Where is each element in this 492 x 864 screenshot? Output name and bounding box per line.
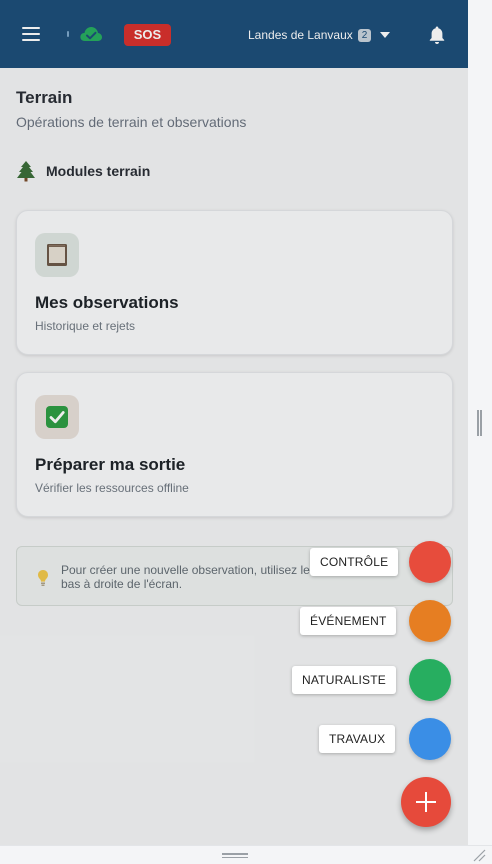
fab-action-label[interactable]: TRAVAUX [319, 725, 396, 753]
bottom-resize-handle[interactable] [222, 853, 248, 858]
fab-action-button[interactable] [409, 600, 451, 642]
fab-action-label[interactable]: ÉVÉNEMENT [300, 607, 397, 635]
fab-action-button[interactable] [409, 659, 451, 701]
resize-grip-icon[interactable] [472, 848, 486, 862]
bottom-resize-bar [0, 845, 492, 864]
fab-action-label[interactable]: CONTRÔLE [310, 548, 399, 576]
fab-main-button[interactable] [401, 777, 451, 827]
fab-action-travaux[interactable]: TRAVAUX [0, 718, 468, 760]
side-resize-handle[interactable] [477, 410, 483, 436]
fab-action-label[interactable]: NATURALISTE [292, 666, 396, 694]
fab-action-button[interactable] [409, 718, 451, 760]
browser-frame: SOS Landes de Lanvaux 2 Terrain Opératio… [0, 0, 492, 864]
fab-action-evenement[interactable]: ÉVÉNEMENT [0, 600, 468, 642]
app-viewport: SOS Landes de Lanvaux 2 Terrain Opératio… [0, 0, 468, 845]
fab-action-naturaliste[interactable]: NATURALISTE [0, 659, 468, 701]
fab-action-controle[interactable]: CONTRÔLE [0, 541, 468, 583]
fab-action-button[interactable] [409, 541, 451, 583]
